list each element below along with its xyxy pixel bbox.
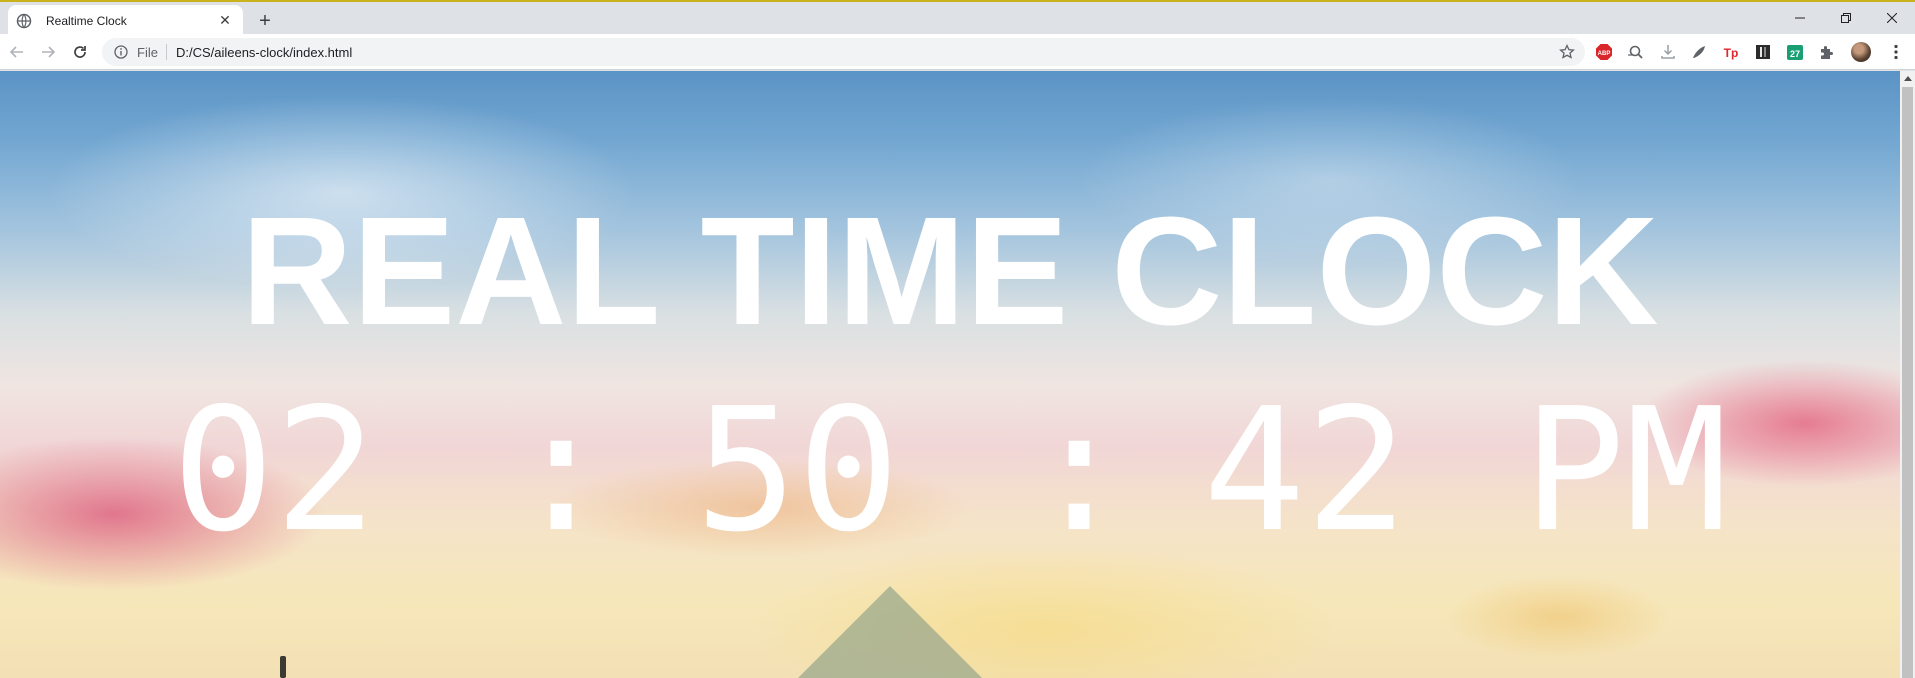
background-painting-tree bbox=[280, 656, 286, 678]
close-tab-icon[interactable]: ✕ bbox=[215, 11, 235, 31]
clock-separator: : bbox=[1028, 372, 1131, 570]
url-text[interactable]: D:/CS/aileens-clock/index.html bbox=[176, 45, 1557, 60]
close-window-button[interactable] bbox=[1869, 4, 1915, 32]
bookmark-star-icon[interactable] bbox=[1557, 42, 1577, 62]
scroll-up-arrow-icon[interactable] bbox=[1900, 71, 1915, 85]
search-extension-icon[interactable] bbox=[1626, 42, 1646, 62]
clock-minutes: 50 bbox=[695, 372, 900, 570]
omnibox-divider bbox=[165, 44, 167, 60]
browser-toolbar: File D:/CS/aileens-clock/index.html ABP … bbox=[0, 34, 1915, 70]
clock-hours: 02 bbox=[172, 372, 377, 570]
pen-extension-icon[interactable] bbox=[1689, 42, 1709, 62]
forward-button[interactable] bbox=[34, 38, 62, 66]
clock-period: PM bbox=[1523, 372, 1728, 570]
tab-realtime-clock[interactable]: Realtime Clock ✕ bbox=[8, 5, 243, 36]
scrollbar-thumb[interactable] bbox=[1902, 87, 1913, 678]
book-extension-icon[interactable] bbox=[1753, 42, 1773, 62]
calendar-extension-icon[interactable]: 27 bbox=[1785, 42, 1805, 62]
calendar-label: 27 bbox=[1790, 49, 1800, 59]
minimize-window-button[interactable] bbox=[1777, 4, 1823, 32]
reload-button[interactable] bbox=[66, 38, 94, 66]
download-extension-icon[interactable] bbox=[1658, 42, 1678, 62]
restore-window-button[interactable] bbox=[1823, 4, 1869, 32]
clock-seconds: 42 bbox=[1203, 372, 1408, 570]
more-menu-icon[interactable] bbox=[1884, 40, 1908, 64]
adblock-plus-icon[interactable]: ABP bbox=[1594, 42, 1614, 62]
tp-extension-icon[interactable]: Tp bbox=[1721, 42, 1741, 62]
vertical-scrollbar[interactable] bbox=[1900, 71, 1915, 678]
puzzle-icon[interactable] bbox=[1817, 42, 1837, 62]
profile-avatar[interactable] bbox=[1851, 42, 1871, 62]
tab-title: Realtime Clock bbox=[46, 13, 127, 28]
clock-separator: : bbox=[510, 372, 613, 570]
new-tab-button[interactable]: + bbox=[252, 8, 278, 34]
globe-icon bbox=[16, 13, 32, 29]
tp-label: Tp bbox=[1724, 46, 1739, 60]
scheme-label: File bbox=[137, 44, 158, 60]
page-heading: REAL TIME CLOCK bbox=[241, 185, 1659, 357]
address-bar[interactable]: File D:/CS/aileens-clock/index.html bbox=[102, 38, 1585, 66]
abp-label: ABP bbox=[1598, 51, 1611, 57]
back-button[interactable] bbox=[3, 38, 31, 66]
background-painting-hill bbox=[790, 586, 990, 678]
info-icon[interactable] bbox=[113, 44, 129, 60]
tab-strip: Realtime Clock ✕ + bbox=[0, 0, 1915, 36]
page-viewport: REAL TIME CLOCK 02 : 50 : 42 PM bbox=[0, 71, 1900, 678]
